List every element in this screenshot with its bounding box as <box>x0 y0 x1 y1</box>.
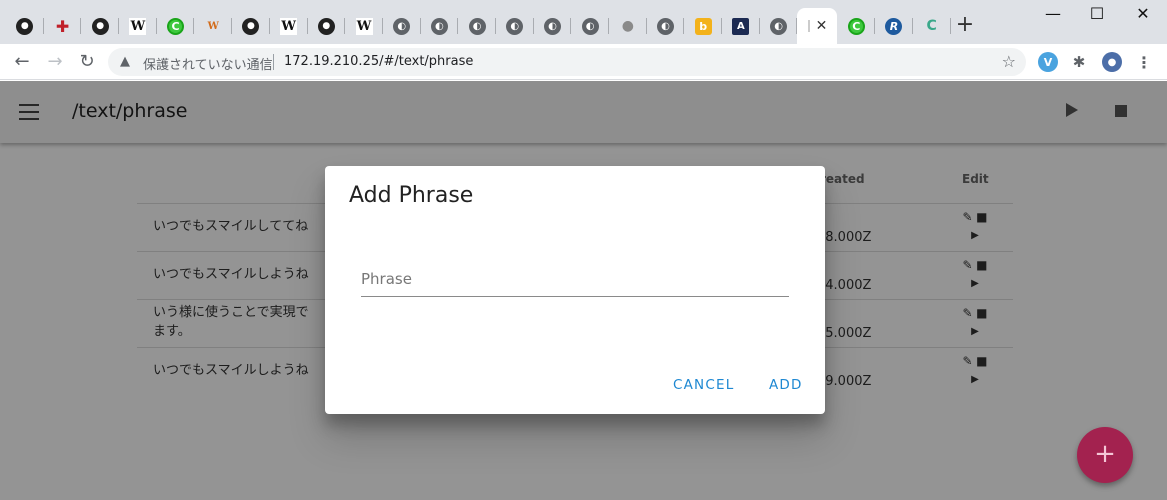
extension-v-icon[interactable]: V <box>1038 52 1058 72</box>
new-tab-button[interactable]: + <box>952 12 978 38</box>
browser-tab[interactable]: C <box>913 8 951 44</box>
close-tab-icon[interactable]: ✕ <box>816 18 828 34</box>
bookmark-star-icon[interactable]: ☆ <box>1002 52 1016 71</box>
blue-r-icon: R <box>885 17 903 35</box>
browser-tab[interactable]: ● <box>308 8 346 44</box>
browser-tab[interactable]: ◐ <box>647 8 685 44</box>
browser-tab[interactable]: ● <box>6 8 44 44</box>
github-icon: ● <box>242 17 260 35</box>
dialog-title: Add Phrase <box>349 183 474 208</box>
browser-tab[interactable]: ● <box>609 8 647 44</box>
globe-icon: ◐ <box>430 17 448 35</box>
browser-tab[interactable]: W <box>194 8 233 44</box>
browser-menu-icon[interactable]: ⋮ <box>1134 52 1154 72</box>
globe-icon: ◐ <box>581 17 599 35</box>
globe-icon: ◐ <box>543 17 561 35</box>
yellow-app-icon: b <box>694 17 712 35</box>
browser-tab[interactable]: ◐ <box>496 8 534 44</box>
red-cross-icon: ✚ <box>55 16 70 36</box>
maximize-button[interactable]: ☐ <box>1074 4 1120 23</box>
minimize-button[interactable]: — <box>1030 4 1076 23</box>
browser-tab[interactable]: C <box>837 8 876 44</box>
tab-list: ● ✚ ● W C W ● W ● W ◐ ◐ ◐ ◐ ◐ ◐ ● ◐ b A ◐ ✕ C R C <box>6 8 951 44</box>
globe-icon: ◐ <box>393 17 411 35</box>
globe-icon: ◐ <box>468 17 486 35</box>
add-phrase-dialog: Add Phrase CANCEL ADD <box>325 166 825 414</box>
github-icon: ● <box>16 17 34 35</box>
globe-icon: ◐ <box>657 17 675 35</box>
browser-tab[interactable]: ◐ <box>760 8 798 44</box>
wc-icon: W <box>207 20 219 32</box>
browser-tab[interactable]: W <box>345 8 383 44</box>
tab-separator <box>949 18 951 34</box>
browser-tab[interactable]: ✚ <box>44 8 82 44</box>
omnibox-divider <box>273 54 274 70</box>
close-window-button[interactable]: ✕ <box>1120 4 1166 23</box>
globe-icon: ◐ <box>506 17 524 35</box>
reload-button[interactable]: ↻ <box>75 50 99 74</box>
teal-c-icon: C <box>926 18 937 34</box>
omnibox[interactable]: ▲ 保護されていない通信 172.19.210.25/#/text/phrase… <box>108 48 1026 76</box>
wikipedia-icon: W <box>129 17 147 35</box>
warning-icon[interactable]: ▲ <box>120 54 130 69</box>
github-icon: ● <box>91 17 109 35</box>
green-circle-icon: C <box>167 17 185 35</box>
phrase-input[interactable] <box>361 262 789 296</box>
browser-tab[interactable]: A <box>722 8 760 44</box>
security-status[interactable]: 保護されていない通信 <box>143 54 273 73</box>
browser-tab[interactable]: ◐ <box>421 8 459 44</box>
forward-button[interactable]: → <box>43 50 67 74</box>
add-fab-button[interactable]: + <box>1077 427 1133 483</box>
browser-tab[interactable]: ◐ <box>458 8 496 44</box>
browser-tab[interactable]: ◐ <box>571 8 609 44</box>
extensions-puzzle-icon[interactable]: ✱ <box>1069 52 1089 72</box>
browser-tab[interactable]: C <box>157 8 195 44</box>
wikipedia-icon: W <box>280 17 298 35</box>
browser-tab[interactable]: R <box>875 8 913 44</box>
dark-app-icon: A <box>732 17 750 35</box>
browser-tab[interactable]: ◐ <box>534 8 572 44</box>
add-button[interactable]: ADD <box>769 377 803 393</box>
browser-tab-strip: ● ✚ ● W C W ● W ● W ◐ ◐ ◐ ◐ ◐ ◐ ● ◐ b A ◐ ✕ C R C + — ☐ ✕ <box>0 0 1167 44</box>
cancel-button[interactable]: CANCEL <box>673 377 734 393</box>
browser-tab[interactable]: W <box>270 8 308 44</box>
github-icon: ● <box>317 17 335 35</box>
url-text[interactable]: 172.19.210.25/#/text/phrase <box>284 54 473 69</box>
globe-icon: ◐ <box>770 17 788 35</box>
profile-avatar[interactable]: ● <box>1102 52 1122 72</box>
browser-tab[interactable]: W <box>119 8 157 44</box>
apple-icon: ● <box>621 18 634 34</box>
browser-tab[interactable]: ◐ <box>383 8 421 44</box>
wikipedia-icon: W <box>355 17 373 35</box>
browser-tab[interactable]: ● <box>232 8 270 44</box>
browser-tab[interactable]: ● <box>81 8 120 44</box>
address-bar-row: ← → ↻ ▲ 保護されていない通信 172.19.210.25/#/text/… <box>0 44 1167 80</box>
back-button[interactable]: ← <box>10 50 34 74</box>
browser-tab[interactable]: ✕ <box>797 8 838 44</box>
browser-tab[interactable]: b <box>684 8 723 44</box>
tab-favicon <box>807 20 810 32</box>
green-circle-icon: C <box>847 17 865 35</box>
phrase-field <box>361 262 789 297</box>
